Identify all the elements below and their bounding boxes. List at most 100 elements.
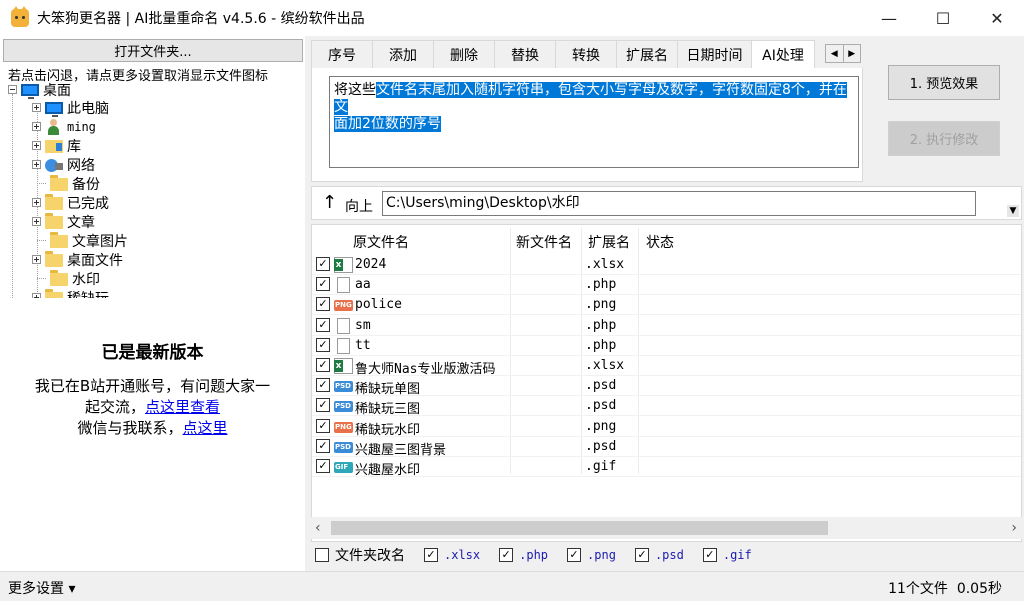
bilibili-link[interactable]: 点这里查看: [145, 398, 220, 416]
checkbox[interactable]: ✓: [702, 548, 717, 562]
tab-delete[interactable]: 删除: [433, 40, 495, 68]
file-row[interactable]: ✓ tt .php: [312, 336, 1021, 356]
folder-icon: [45, 194, 63, 210]
tree-item-watermark[interactable]: 水印: [37, 269, 100, 288]
file-row[interactable]: ✓ aa .php: [312, 275, 1021, 296]
tab-convert[interactable]: 转换: [555, 40, 617, 68]
tab-scroll-right-icon[interactable]: ▶: [842, 45, 861, 62]
file-checkbox[interactable]: ✓: [316, 337, 330, 352]
file-checkbox[interactable]: ✓: [316, 297, 330, 312]
extension-filter[interactable]: ✓ .psd: [634, 548, 684, 562]
file-checkbox[interactable]: ✓: [316, 378, 330, 393]
folder-icon: [45, 213, 63, 229]
ai-prompt-input[interactable]: 将这些文件名末尾加入随机字符串，包含大小写字母及数字，字符数固定8个，并在文 面…: [329, 76, 859, 168]
column-new-name[interactable]: 新文件名: [516, 232, 572, 252]
folder-rename-checkbox[interactable]: 文件夹改名: [315, 545, 405, 565]
column-status[interactable]: 状态: [646, 232, 674, 252]
expand-icon[interactable]: [32, 255, 41, 264]
file-checkbox[interactable]: ✓: [316, 257, 330, 271]
file-checkbox[interactable]: ✓: [316, 317, 330, 332]
scroll-left-icon[interactable]: ‹: [315, 520, 321, 536]
extension-filter[interactable]: ✓ .png: [567, 548, 616, 562]
file-row[interactable]: ✓ PSD 兴趣屋三图背景 .psd: [312, 437, 1021, 458]
scroll-right-icon[interactable]: ›: [1011, 520, 1017, 536]
close-button[interactable]: ✕: [970, 0, 1024, 36]
tree-item-article-images[interactable]: 文章图片: [37, 231, 128, 250]
tree-item-library[interactable]: 库: [32, 136, 81, 155]
file-row[interactable]: ✓ PNG police .png: [312, 295, 1021, 316]
folder-tree[interactable]: 桌面 此电脑 ming 库 网络 备份 已完成 文章 文章图片 桌面文件 水印: [6, 80, 301, 298]
file-row[interactable]: ✓ sm .php: [312, 316, 1021, 336]
tree-item-desktop-files[interactable]: 桌面文件: [32, 250, 123, 269]
file-row[interactable]: ✓ GIF 兴趣屋水印 .gif: [312, 457, 1021, 478]
column-original-name[interactable]: 原文件名: [353, 232, 409, 252]
up-arrow-icon[interactable]: ↑: [322, 192, 337, 213]
horizontal-scrollbar[interactable]: ‹ ›: [311, 517, 1022, 539]
scrollbar-thumb[interactable]: [331, 521, 828, 535]
tree-item-label: 备份: [72, 176, 100, 193]
tab-extension[interactable]: 扩展名: [616, 40, 678, 68]
file-checkbox[interactable]: ✓: [316, 398, 330, 413]
tree-item-desktop[interactable]: 桌面: [8, 80, 71, 99]
open-folder-button[interactable]: 打开文件夹...: [3, 39, 303, 62]
file-checkbox[interactable]: ✓: [316, 418, 330, 433]
collapse-icon[interactable]: [8, 85, 17, 94]
tree-item-ming[interactable]: ming: [32, 117, 96, 136]
preview-button[interactable]: 1. 预览效果: [888, 65, 1000, 100]
execute-button[interactable]: 2. 执行修改: [888, 121, 1000, 156]
file-checkbox[interactable]: ✓: [316, 459, 330, 473]
tree-item-this-pc[interactable]: 此电脑: [32, 98, 109, 117]
expand-icon[interactable]: [32, 217, 41, 226]
tree-item-backup[interactable]: 备份: [37, 174, 100, 193]
tab-scroll-left-icon[interactable]: ◀: [826, 45, 843, 62]
tab-datetime[interactable]: 日期时间: [677, 40, 752, 68]
xlsx-file-icon: [334, 257, 353, 273]
file-checkbox[interactable]: ✓: [316, 358, 330, 372]
tree-item-network[interactable]: 网络: [32, 155, 95, 174]
extension-filter[interactable]: ✓ .php: [499, 548, 548, 562]
tab-ai[interactable]: AI处理: [751, 40, 815, 68]
file-row[interactable]: ✓鲁大师Nas专业版激活码.xlsx: [312, 356, 1021, 377]
network-icon: [45, 157, 63, 173]
tree-item-done[interactable]: 已完成: [32, 193, 109, 212]
expand-icon[interactable]: [32, 160, 41, 169]
expand-icon[interactable]: [32, 141, 41, 150]
tab-replace[interactable]: 替换: [494, 40, 556, 68]
tab-sequence[interactable]: 序号: [311, 40, 373, 68]
file-row[interactable]: ✓ PSD 稀缺玩三图 .psd: [312, 396, 1021, 417]
expand-icon[interactable]: [32, 198, 41, 207]
wechat-link[interactable]: 点这里: [183, 419, 228, 437]
maximize-button[interactable]: ☐: [916, 0, 970, 36]
more-settings-button[interactable]: 更多设置 ▾: [8, 578, 75, 598]
checkbox[interactable]: ✓: [424, 548, 438, 562]
tree-item-articles[interactable]: 文章: [32, 212, 95, 231]
extension-filter[interactable]: ✓ .xlsx: [424, 548, 480, 562]
expand-icon[interactable]: [32, 103, 41, 112]
expand-icon[interactable]: [32, 293, 41, 298]
file-count: 11个文件: [888, 581, 948, 597]
expand-icon[interactable]: [32, 122, 41, 131]
function-tabs: 序号 添加 删除 替换 转换 扩展名 日期时间 AI处理: [311, 40, 815, 68]
up-button[interactable]: 向上: [345, 196, 373, 216]
extension-filters: 文件夹改名 ✓ .xlsx ✓ .php ✓ .png ✓ .psd ✓ .gif: [315, 545, 771, 565]
minimize-button[interactable]: —: [862, 0, 916, 36]
file-row[interactable]: ✓ PNG 稀缺玩水印 .png: [312, 417, 1021, 438]
checkbox[interactable]: ✓: [499, 548, 514, 562]
status-summary: 11个文件 0.05秒: [888, 578, 1002, 598]
column-extension[interactable]: 扩展名: [588, 232, 630, 252]
file-checkbox[interactable]: ✓: [316, 277, 330, 292]
extension-filter[interactable]: ✓ .gif: [702, 548, 752, 562]
checkbox[interactable]: ✓: [567, 548, 582, 562]
tree-item-rare[interactable]: 稀缺玩: [32, 288, 109, 298]
tree-item-label: ming: [67, 119, 96, 134]
checkbox[interactable]: ✓: [634, 548, 649, 562]
file-row[interactable]: ✓ PSD 稀缺玩单图 .psd: [312, 376, 1021, 397]
checkbox[interactable]: [315, 548, 329, 562]
path-input[interactable]: C:\Users\ming\Desktop\水印: [382, 191, 976, 216]
file-row[interactable]: ✓ 2024 .xlsx: [312, 255, 1021, 275]
maximize-icon: ☐: [935, 8, 951, 28]
tab-add[interactable]: 添加: [372, 40, 434, 68]
file-name: 2024: [355, 257, 387, 272]
file-checkbox[interactable]: ✓: [316, 438, 330, 453]
chevron-down-icon[interactable]: ▼: [1007, 205, 1019, 217]
